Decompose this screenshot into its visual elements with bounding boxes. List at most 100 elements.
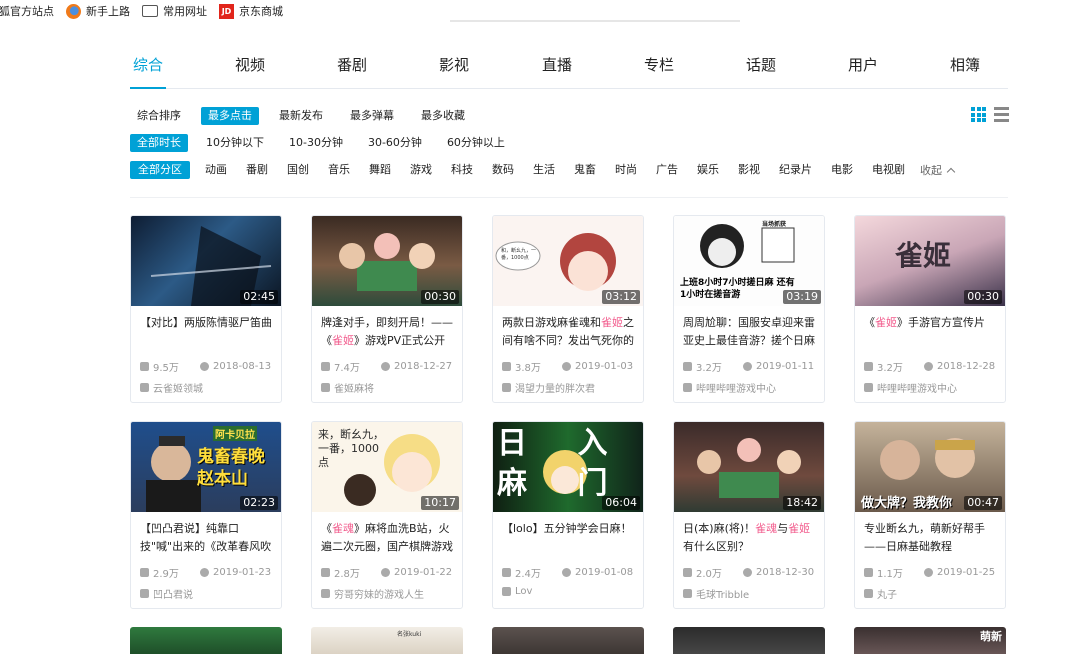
filter-zone-movie[interactable]: 电影: [823, 161, 861, 179]
video-thumbnail[interactable]: 来，断幺九，一番，1000点 10:17: [312, 422, 462, 512]
bookmark-item[interactable]: 常用网址: [142, 3, 207, 19]
video-title[interactable]: 日(本)麻(将)！雀魂与雀姬有什么区别？: [683, 520, 819, 556]
filter-zone-fashion[interactable]: 时尚: [607, 161, 645, 179]
video-uploader[interactable]: 云雀姬领城: [140, 380, 276, 395]
filter-sort-most-clicks[interactable]: 最多点击: [201, 107, 259, 125]
video-title[interactable]: 《雀姬》手游官方宣传片: [864, 314, 1000, 350]
uploader-icon: [683, 383, 692, 392]
video-uploader[interactable]: Lov: [502, 586, 638, 597]
tab-live[interactable]: 直播: [527, 54, 587, 75]
video-card[interactable]: 阿卡贝拉 鬼畜春晚 赵本山 02:23 【凹凸君说】纯靠口技"喊"出来的《改革春…: [130, 421, 282, 609]
upload-date: 2018-12-30: [756, 567, 815, 578]
filter-zone-dance[interactable]: 舞蹈: [361, 161, 399, 179]
filter-duration-over-60[interactable]: 60分钟以上: [440, 134, 512, 152]
video-card-partial[interactable]: [130, 627, 282, 654]
video-thumbnail[interactable]: 18:42: [674, 422, 824, 512]
video-card-partial[interactable]: [492, 627, 644, 654]
video-card[interactable]: 当场抓获 上班8小时7小时搓日麻 还有1小时在搓音游 03:19 周周尬聊：国服…: [673, 215, 825, 403]
video-uploader[interactable]: 雀姬麻将: [321, 380, 457, 395]
filter-sort-default[interactable]: 综合排序: [130, 107, 188, 125]
video-thumbnail[interactable]: 阿卡贝拉 鬼畜春晚 赵本山 02:23: [131, 422, 281, 512]
video-title[interactable]: 【lolo】五分钟学会日麻！: [502, 520, 638, 556]
video-uploader[interactable]: 毛球Tribble: [683, 586, 819, 601]
filter-zone-life[interactable]: 生活: [525, 161, 563, 179]
filter-zone-documentary[interactable]: 纪录片: [771, 161, 820, 179]
filter-sort-most-danmaku[interactable]: 最多弹幕: [343, 107, 401, 125]
tab-user[interactable]: 用户: [833, 54, 893, 75]
tab-all[interactable]: 综合: [118, 54, 178, 75]
video-card[interactable]: 做大牌？我教你 00:47 专业断幺九，萌新好帮手——日麻基础教程 1.1万 2…: [854, 421, 1006, 609]
video-title[interactable]: 周周尬聊：国服安卓迎来雷亚史上最佳音游？搓个日麻: [683, 314, 819, 350]
video-card[interactable]: 00:30 牌逢对手，即刻开局！——《雀姬》游戏PV正式公开 7.4万 2018…: [311, 215, 463, 403]
chevron-up-icon: [946, 167, 956, 176]
video-thumbnail[interactable]: 日 入 麻 门 06:04: [493, 422, 643, 512]
play-count-icon: [683, 362, 692, 371]
video-thumbnail[interactable]: 当场抓获 上班8小时7小时搓日麻 还有1小时在搓音游 03:19: [674, 216, 824, 306]
video-thumbnail[interactable]: 00:30: [312, 216, 462, 306]
filter-zone-bangumi[interactable]: 番剧: [238, 161, 276, 179]
video-uploader[interactable]: 渴望力量的胖次君: [502, 380, 638, 395]
video-thumbnail[interactable]: 做大牌？我教你 00:47: [855, 422, 1005, 512]
video-stats: 3.2万 2018-12-28: [864, 359, 1000, 374]
filter-zone-all[interactable]: 全部分区: [130, 161, 190, 179]
play-count-icon: [502, 568, 511, 577]
video-thumbnail[interactable]: 和，断幺九，一番，1000点 03:12: [493, 216, 643, 306]
video-uploader[interactable]: 凹凸君说: [140, 586, 276, 601]
grid-view-icon[interactable]: [971, 107, 986, 122]
filter-zone-kichiku[interactable]: 鬼畜: [566, 161, 604, 179]
video-title[interactable]: 专业断幺九，萌新好帮手——日麻基础教程: [864, 520, 1000, 556]
bookmark-item[interactable]: JD 京东商城: [219, 3, 283, 19]
tab-film[interactable]: 影视: [424, 54, 484, 75]
filter-duration-under-10[interactable]: 10分钟以下: [199, 134, 271, 152]
list-view-icon[interactable]: [994, 107, 1009, 122]
bookmark-item[interactable]: 新手上路: [66, 3, 130, 19]
filter-zone-ads[interactable]: 广告: [648, 161, 686, 179]
collapse-button[interactable]: 收起: [920, 162, 956, 178]
video-title[interactable]: 《雀魂》麻将血洗B站，火遍二次元圈，国产棋牌游戏: [321, 520, 457, 556]
video-thumbnail[interactable]: 雀姬 00:30: [855, 216, 1005, 306]
filter-zone-anime[interactable]: 动画: [197, 161, 235, 179]
tab-video[interactable]: 视频: [220, 54, 280, 75]
filter-zone-music[interactable]: 音乐: [320, 161, 358, 179]
video-uploader[interactable]: 哔哩哔哩游戏中心: [683, 380, 819, 395]
view-count: 1.1万: [877, 569, 903, 580]
video-title[interactable]: 牌逢对手，即刻开局！——《雀姬》游戏PV正式公开: [321, 314, 457, 350]
filter-duration-30-60[interactable]: 30-60分钟: [361, 134, 429, 152]
video-title[interactable]: 【凹凸君说】纯靠口技"喊"出来的《改革春风吹满地》: [140, 520, 276, 556]
filter-zone-film[interactable]: 影视: [730, 161, 768, 179]
tab-album[interactable]: 相簿: [935, 54, 995, 75]
video-uploader[interactable]: 哔哩哔哩游戏中心: [864, 380, 1000, 395]
tab-topic[interactable]: 话题: [731, 54, 791, 75]
video-title[interactable]: 两款日游戏麻雀魂和雀姬之间有啥不同？发出气死你的: [502, 314, 638, 350]
video-card[interactable]: 02:45 【对比】两版陈情驱尸笛曲 9.5万 2018-08-13 云雀姬领城: [130, 215, 282, 403]
video-card[interactable]: 来，断幺九，一番，1000点 10:17 《雀魂》麻将血洗B站，火遍二次元圈，国…: [311, 421, 463, 609]
upload-date: 2019-01-23: [213, 567, 272, 578]
active-tab-underline: [130, 87, 166, 89]
filter-sort-newest[interactable]: 最新发布: [272, 107, 330, 125]
tab-bangumi[interactable]: 番剧: [322, 54, 382, 75]
video-card[interactable]: 日 入 麻 门 06:04 【lolo】五分钟学会日麻！ 2.4万 2019-0…: [492, 421, 644, 609]
video-card-partial[interactable]: 萌新: [854, 627, 1006, 654]
upload-date: 2019-01-11: [756, 361, 815, 372]
video-card[interactable]: 雀姬 00:30 《雀姬》手游官方宣传片 3.2万 2018-12-28 哔哩哔…: [854, 215, 1006, 403]
video-thumbnail[interactable]: 02:45: [131, 216, 281, 306]
tab-column[interactable]: 专栏: [629, 54, 689, 75]
video-card-partial[interactable]: [673, 627, 825, 654]
filter-sort-most-favorites[interactable]: 最多收藏: [414, 107, 472, 125]
filter-zone-digital[interactable]: 数码: [484, 161, 522, 179]
video-card[interactable]: 18:42 日(本)麻(将)！雀魂与雀姬有什么区别？ 2.0万 2018-12-…: [673, 421, 825, 609]
view-count: 2.0万: [696, 569, 722, 580]
filter-zone-tv[interactable]: 电视剧: [864, 161, 913, 179]
video-uploader[interactable]: 穷哥穷妹的游戏人生: [321, 586, 457, 601]
filter-zone-guochuang[interactable]: 国创: [279, 161, 317, 179]
video-card-partial[interactable]: 名张kuki: [311, 627, 463, 654]
video-card[interactable]: 和，断幺九，一番，1000点 03:12 两款日游戏麻雀魂和雀姬之间有啥不同？发…: [492, 215, 644, 403]
filter-zone-game[interactable]: 游戏: [402, 161, 440, 179]
filter-zone-tech[interactable]: 科技: [443, 161, 481, 179]
bookmark-item[interactable]: 狐官方站点: [0, 3, 54, 19]
video-title[interactable]: 【对比】两版陈情驱尸笛曲: [140, 314, 276, 350]
filter-zone-entertainment[interactable]: 娱乐: [689, 161, 727, 179]
filter-duration-all[interactable]: 全部时长: [130, 134, 188, 152]
video-uploader[interactable]: 丸子: [864, 586, 1000, 601]
filter-duration-10-30[interactable]: 10-30分钟: [282, 134, 350, 152]
